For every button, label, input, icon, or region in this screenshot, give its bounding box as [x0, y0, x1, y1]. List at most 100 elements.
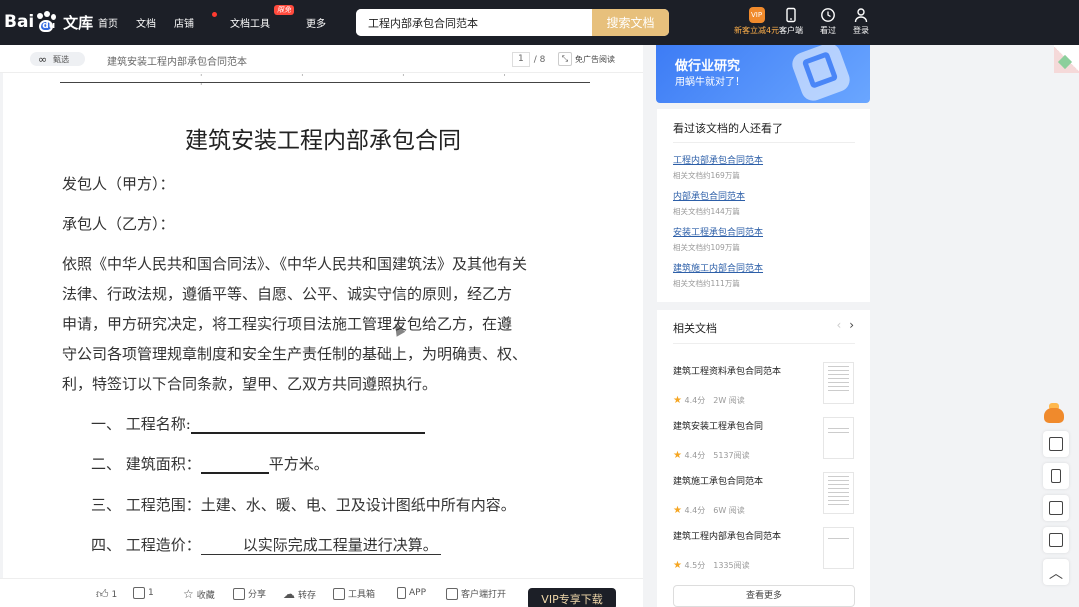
star-icon: ★ [673, 450, 682, 461]
login[interactable]: 登录 [853, 7, 869, 36]
carousel-arrows: ‹ › [837, 318, 854, 332]
view-more-button[interactable]: 查看更多 [673, 585, 855, 607]
monitor-icon [446, 587, 458, 600]
nav-more[interactable]: 更多 [306, 15, 326, 30]
float-toolbox-button[interactable] [1043, 431, 1069, 457]
float-service-button[interactable] [1043, 527, 1069, 553]
clause-scope: 三、 工程范围：土建、水、暖、电、卫及设计图纸中所有内容。 [91, 496, 516, 514]
clipboard-icon [1049, 533, 1063, 547]
infinity-icon: ∞ [38, 52, 48, 66]
body-line: 守公司各项管理规章制度和安全生产责任制的基础上，为明确责、权、 [62, 345, 528, 363]
also-viewed-title: 看过该文档的人还看了 [673, 122, 783, 135]
clock-icon [821, 8, 835, 22]
new-user-gift[interactable]: VIP 新客立减4元 [734, 7, 779, 36]
float-feedback-button[interactable] [1043, 495, 1069, 521]
search-button[interactable]: 搜索文档 [592, 9, 669, 36]
related-doc-meta: ★ 4.5分 1335阅读 [673, 560, 750, 571]
related-doc-title[interactable]: 建筑工程资料承包合同范本 [673, 364, 781, 377]
star-icon: ★ [673, 560, 682, 571]
blank-underline [190, 418, 425, 434]
document-header-bar: ∞ 甄选 建筑安装工程内部承包合同范本 1 / 8 ⤡ 免广告阅读 [0, 45, 643, 73]
clause-cost: 四、 工程造价： 以实际完成工程量进行决算。 [91, 534, 441, 555]
save-to-drive-button[interactable]: ☁ 转存 [283, 587, 316, 601]
app-button[interactable]: APP [397, 587, 426, 599]
phone-icon [1051, 469, 1061, 483]
also-viewed-link[interactable]: 内部承包合同范本 [673, 189, 745, 202]
briefcase-icon [1049, 437, 1063, 451]
divider [673, 142, 855, 143]
document-title: 建筑安装工程内部承包合同 [185, 128, 461, 154]
body-line: 申请，甲方研究决定，将工程实行项目法施工管理发包给乙方，在遵 [62, 315, 513, 333]
related-doc-meta: ★ 4.4分 6W 阅读 [673, 505, 745, 516]
document-page: 建筑安装工程内部承包合同 发包人（甲方）： 承包人（乙方）： 依照《中华人民共和… [3, 73, 643, 578]
also-viewed-card: 看过该文档的人还看了 工程内部承包合同范本 相关文档约169万篇 内部承包合同范… [657, 109, 870, 302]
message-icon [1049, 501, 1063, 515]
chevron-left-icon[interactable]: ‹ [837, 318, 842, 332]
related-doc-meta: ★ 4.4分 2W 阅读 [673, 395, 745, 406]
body-line: 依照《中华人民共和国合同法》、《中华人民共和国建筑法》及其他有关 [62, 255, 528, 273]
related-documents-card: 相关文档 ‹ › 建筑工程资料承包合同范本 ★ 4.4分 2W 阅读 建筑安装工程… [657, 310, 870, 607]
main-nav: 首页 文档 店铺 文档工具 限免 更多 [98, 5, 344, 30]
expand-icon: ⤡ [558, 52, 572, 66]
nav-doc-tools[interactable]: 文档工具 限免 [230, 5, 294, 30]
nav-documents[interactable]: 文档 [136, 15, 156, 30]
body-line: 法律、行政法规，遵循平等、自愿、公平、诚实守信的原则，经乙方 [62, 285, 513, 303]
related-doc-title[interactable]: 建筑施工承包合同范本 [673, 474, 763, 487]
thumbs-up-icon: 👍︎ [96, 587, 109, 601]
user-icon [854, 8, 868, 23]
clause-project-name: 一、 工程名称: [91, 413, 425, 434]
corner-ribbon[interactable] [1054, 45, 1079, 73]
notification-dot [212, 12, 217, 17]
related-doc-title[interactable]: 建筑工程内部承包合同范本 [673, 529, 781, 542]
star-icon: ★ [673, 395, 682, 406]
client-download[interactable]: 客户端 [779, 7, 803, 36]
chevron-right-icon[interactable]: › [849, 318, 854, 332]
page-number-input[interactable]: 1 [512, 52, 530, 67]
related-count: 相关文档约169万篇 [673, 171, 740, 180]
search-box: 搜索文档 [356, 9, 669, 36]
page-indicator: 1 / 8 [512, 52, 545, 67]
history[interactable]: 看过 [820, 7, 836, 36]
party-b-line: 承包人（乙方）： [62, 215, 175, 233]
doc-thumbnail[interactable] [823, 417, 854, 459]
star-icon: ☆ [183, 587, 194, 601]
phone-icon [397, 587, 406, 599]
share-button[interactable]: 分享 [233, 587, 266, 600]
like-button[interactable]: 👍︎ 1 [96, 587, 117, 602]
comment-icon [133, 587, 145, 599]
open-in-client-button[interactable]: 客户端打开 [446, 587, 506, 600]
nav-shop[interactable]: 店铺 [174, 12, 217, 30]
nav-home[interactable]: 首页 [98, 15, 118, 30]
share-icon [233, 587, 245, 600]
doc-thumbnail[interactable] [823, 527, 854, 569]
also-viewed-link[interactable]: 安装工程承包合同范本 [673, 225, 763, 238]
free-badge: 限免 [274, 5, 294, 15]
vip-download-button[interactable]: VIP专享下载 [528, 588, 616, 607]
float-phone-button[interactable] [1043, 463, 1069, 489]
related-doc-meta: ★ 4.4分 5137阅读 [673, 450, 750, 461]
ad-free-reading-button[interactable]: ⤡ 免广告阅读 [558, 51, 615, 67]
doc-thumbnail[interactable] [823, 472, 854, 514]
also-viewed-link[interactable]: 建筑施工内部合同范本 [673, 261, 763, 274]
header-rule [60, 73, 590, 89]
related-count: 相关文档约144万篇 [673, 207, 740, 216]
comment-button[interactable]: 1 [133, 587, 154, 599]
also-viewed-link[interactable]: 工程内部承包合同范本 [673, 153, 763, 166]
lucky-bag-icon[interactable] [1041, 402, 1067, 424]
favorite-button[interactable]: ☆ 收藏 [183, 587, 215, 601]
chevron-up-icon: ︿ [1049, 566, 1063, 582]
back-to-top-button[interactable]: ︿ [1043, 559, 1069, 585]
promo-banner[interactable]: 做行业研究 用蜗牛就对了！ [656, 45, 870, 103]
doc-thumbnail[interactable] [823, 362, 854, 404]
search-input[interactable] [356, 9, 592, 36]
top-navigation-bar: Bai du 文库 首页 文档 店铺 文档工具限免 更多 搜索文档 VIP 新客… [0, 0, 1079, 45]
party-a-line: 发包人（甲方）： [62, 175, 175, 193]
related-count: 相关文档约111万篇 [673, 279, 740, 288]
body-line: 利，特签订以下合同条款，望甲、乙双方共同遵照执行。 [62, 375, 438, 393]
cloud-icon: ☁ [283, 587, 295, 601]
document-action-bar: 👍︎ 1 1 ☆ 收藏 分享 ☁ 转存 工具箱 APP 客户端打开 VIP专享下载 [0, 578, 643, 607]
curated-chip[interactable]: ∞ 甄选 [30, 52, 85, 66]
related-doc-title[interactable]: 建筑安装工程承包合同 [673, 419, 763, 432]
toolbox-button[interactable]: 工具箱 [333, 587, 375, 600]
baidu-wenku-logo[interactable]: Bai du 文库 [4, 9, 93, 35]
